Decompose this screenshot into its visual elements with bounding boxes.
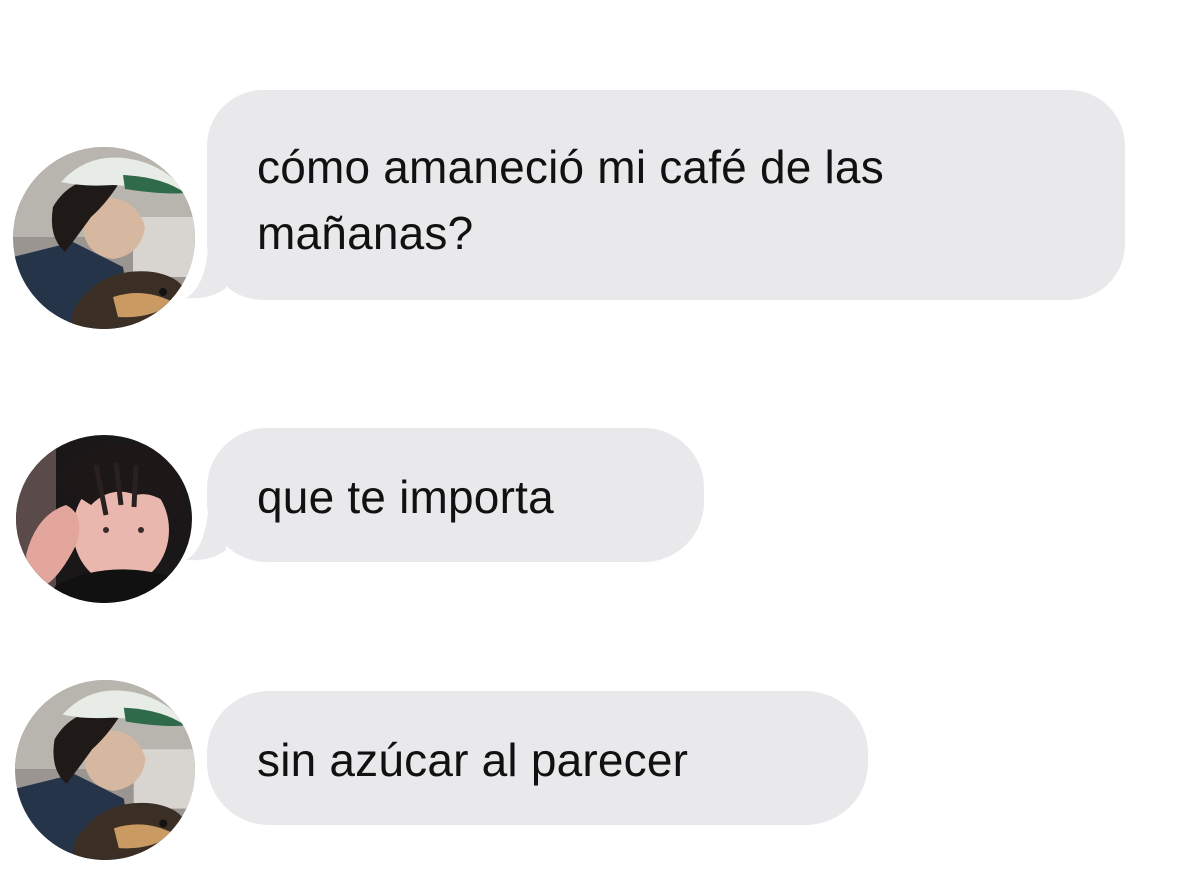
- avatar[interactable]: [15, 680, 195, 860]
- profile-photo-green-cap: [13, 147, 195, 329]
- chat-thread: cómo amaneció mi café de las mañanas? qu…: [0, 0, 1199, 878]
- received-message-bubble[interactable]: que te importa: [207, 428, 704, 562]
- message-text: que te importa: [257, 471, 554, 523]
- profile-photo-dark-hair: [16, 435, 192, 603]
- received-message-bubble[interactable]: cómo amaneció mi café de las mañanas?: [207, 90, 1125, 300]
- message-text: cómo amaneció mi café de las mañanas?: [257, 141, 884, 259]
- message-text: sin azúcar al parecer: [257, 734, 689, 786]
- profile-photo-green-cap: [15, 680, 195, 860]
- avatar[interactable]: [16, 435, 192, 603]
- received-message-bubble[interactable]: sin azúcar al parecer: [207, 691, 868, 825]
- avatar[interactable]: [13, 147, 195, 329]
